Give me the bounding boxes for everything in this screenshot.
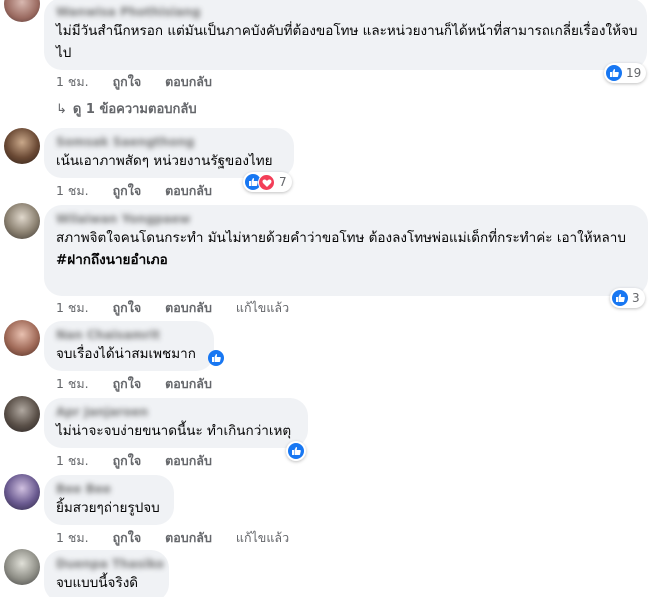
- heart-icon: [258, 173, 275, 191]
- avatar[interactable]: [4, 128, 40, 164]
- comment-text: จบเรื่องได้น่าสมเพชมาก: [56, 346, 196, 362]
- thumbs-up-icon: [612, 290, 628, 306]
- thumbs-up-icon: [606, 65, 622, 81]
- reply-arrow-icon: ↳: [56, 102, 67, 117]
- like-button[interactable]: ถูกใจ: [113, 74, 142, 89]
- comment-author[interactable]: Apr Janjaroen: [56, 404, 296, 420]
- comment-time[interactable]: 1 ชม.: [56, 74, 89, 89]
- comment-author[interactable]: Wanwisa Phothisiang: [56, 4, 635, 20]
- reply-button[interactable]: ตอบกลับ: [165, 74, 212, 89]
- comment-text: ยิ้มสวยๆถ่ายรูปจบ: [56, 500, 160, 516]
- comment-actions: 1 ชม. ถูกใจ ตอบกลับ: [56, 181, 232, 201]
- hashtag-link[interactable]: #ฝากถึงนายอำเภอ: [56, 249, 641, 271]
- comment-text: สภาพจิตใจคนโดนกระทำ มันไม่หายด้วยคำว่าขอ…: [56, 227, 641, 271]
- avatar[interactable]: [4, 203, 40, 239]
- reaction-count-label: 3: [632, 291, 640, 305]
- comment-actions: 1 ชม. ถูกใจ ตอบกลับ แก้ไขแล้ว: [56, 528, 309, 548]
- edited-label: แก้ไขแล้ว: [235, 300, 290, 315]
- comment-time[interactable]: 1 ชม.: [56, 453, 89, 468]
- comment-time[interactable]: 1 ชม.: [56, 376, 89, 391]
- like-button[interactable]: ถูกใจ: [113, 376, 142, 391]
- like-button[interactable]: ถูกใจ: [113, 300, 142, 315]
- comment-time[interactable]: 1 ชม.: [56, 530, 89, 545]
- reaction-count[interactable]: [286, 441, 306, 461]
- reaction-count-label: 7: [279, 175, 287, 189]
- comment-author[interactable]: Nan Chaisamrit: [56, 327, 202, 343]
- comment-text: จบแบบนี้จริงดิ: [56, 575, 139, 591]
- comment-text: เน้นเอาภาพสัดๆ หน่วยงานรัฐของไทย: [56, 153, 273, 169]
- comment-actions: 1 ชม. ถูกใจ ตอบกลับ แก้ไขแล้ว: [56, 298, 309, 318]
- like-button[interactable]: ถูกใจ: [113, 530, 142, 545]
- reply-button[interactable]: ตอบกลับ: [165, 453, 212, 468]
- comment-bubble: Wilaiwan Yongpaew สภาพจิตใจคนโดนกระทำ มั…: [44, 205, 648, 296]
- reaction-count[interactable]: 3: [610, 288, 645, 308]
- comment-author[interactable]: Somsak Saengthong: [56, 134, 282, 150]
- comment-actions: 1 ชม. ถูกใจ ตอบกลับ: [56, 451, 232, 471]
- reply-button[interactable]: ตอบกลับ: [165, 183, 212, 198]
- thumbs-up-icon: [208, 350, 224, 366]
- comment-bubble: Wanwisa Phothisiang ไม่มีวันสำนึกหรอก แต…: [44, 0, 647, 70]
- comment-actions: 1 ชม. ถูกใจ ตอบกลับ: [56, 374, 232, 394]
- like-button[interactable]: ถูกใจ: [113, 183, 142, 198]
- comment-bubble: Somsak Saengthong เน้นเอาภาพสัดๆ หน่วยงา…: [44, 128, 294, 178]
- reply-button[interactable]: ตอบกลับ: [165, 376, 212, 391]
- comment-time[interactable]: 1 ชม.: [56, 300, 89, 315]
- edited-label: แก้ไขแล้ว: [235, 530, 290, 545]
- comment-text: ไม่มีวันสำนึกหรอก แต่มันเป็นภาคบังคับที่…: [56, 23, 638, 61]
- avatar[interactable]: [4, 320, 40, 356]
- like-button[interactable]: ถูกใจ: [113, 453, 142, 468]
- comment-time[interactable]: 1 ชม.: [56, 183, 89, 198]
- reaction-count[interactable]: 7: [243, 172, 292, 192]
- comment-body: สภาพจิตใจคนโดนกระทำ มันไม่หายด้วยคำว่าขอ…: [56, 230, 626, 246]
- reply-button[interactable]: ตอบกลับ: [165, 530, 212, 545]
- avatar[interactable]: [4, 474, 40, 510]
- reaction-count-label: 19: [626, 66, 642, 80]
- avatar[interactable]: [4, 549, 40, 585]
- view-replies-link[interactable]: ↳ ดู 1 ข้อความตอบกลับ: [56, 98, 197, 119]
- avatar[interactable]: [4, 396, 40, 432]
- comment-author[interactable]: Wilaiwan Yongpaew: [56, 211, 636, 227]
- view-replies-label: ดู 1 ข้อความตอบกลับ: [72, 102, 197, 117]
- comment-bubble: Nan Chaisamrit จบเรื่องได้น่าสมเพชมาก: [44, 321, 214, 371]
- comment-text: ไม่น่าจะจบง่ายขนาดนี้นะ ทำเกินกว่าเหตุ: [56, 423, 292, 439]
- comment-author[interactable]: Duenpa Thasiko: [56, 556, 164, 572]
- comment-bubble: Bee Bee ยิ้มสวยๆถ่ายรูปจบ: [44, 475, 174, 525]
- comment-bubble: Duenpa Thasiko จบแบบนี้จริงดิ: [44, 550, 169, 597]
- avatar[interactable]: [4, 0, 40, 22]
- comment-bubble: Apr Janjaroen ไม่น่าจะจบง่ายขนาดนี้นะ ทำ…: [44, 398, 308, 448]
- reaction-count[interactable]: [206, 348, 226, 368]
- thumbs-up-icon: [288, 443, 304, 459]
- reply-button[interactable]: ตอบกลับ: [165, 300, 212, 315]
- comment-actions: 1 ชม. ถูกใจ ตอบกลับ: [56, 72, 232, 92]
- comment-author[interactable]: Bee Bee: [56, 481, 162, 497]
- reaction-count[interactable]: 19: [604, 63, 647, 83]
